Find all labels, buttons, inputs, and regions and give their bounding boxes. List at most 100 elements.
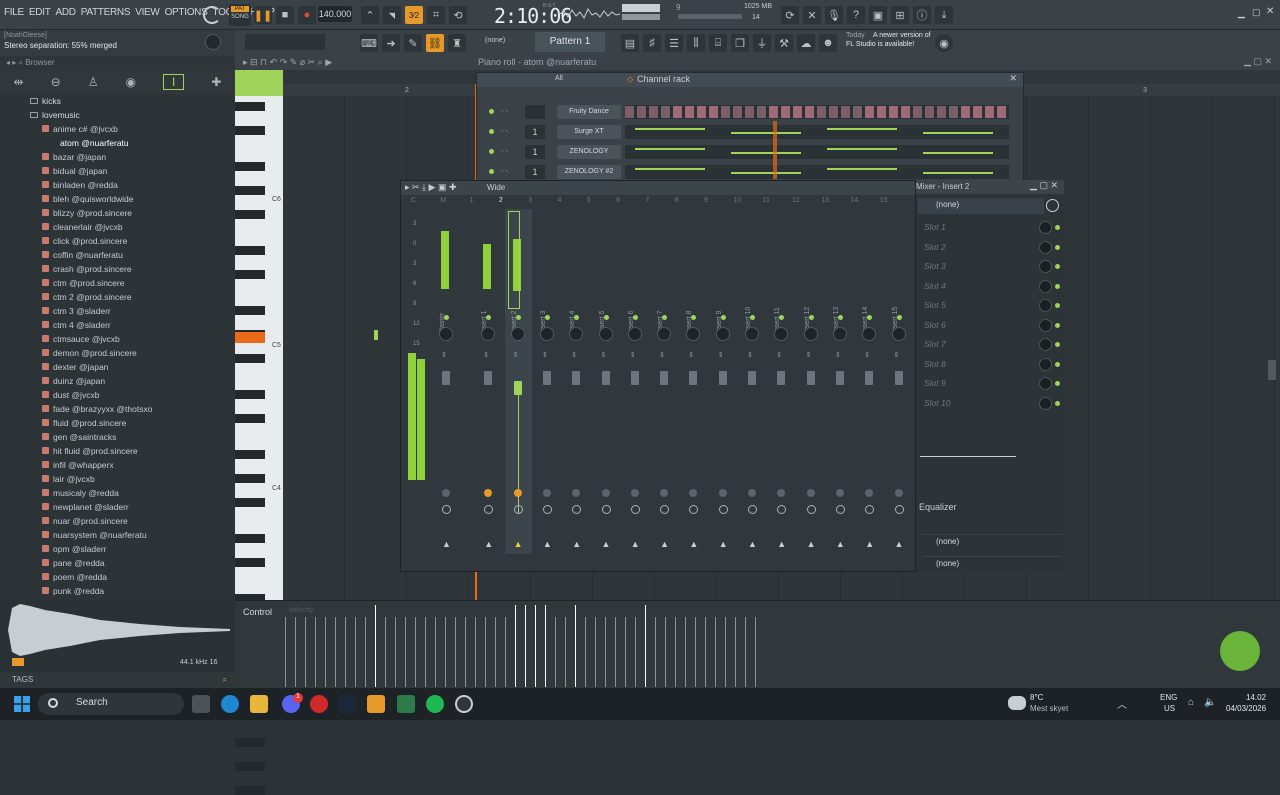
pan-knob[interactable]: [715, 327, 730, 341]
volume-fader[interactable]: [718, 371, 727, 385]
channel-row[interactable]: ◦ ◦ 1 ZENOLOGY #2: [477, 163, 1025, 181]
channel-name[interactable]: ZENOLOGY: [557, 145, 621, 159]
route-arrow-icon[interactable]: ▲: [602, 539, 611, 549]
route-arrow-icon[interactable]: ▲: [442, 539, 451, 549]
velocity-bar[interactable]: [655, 617, 656, 687]
black-key[interactable]: [235, 126, 265, 135]
channel-led[interactable]: [489, 109, 494, 114]
menu-item-add[interactable]: ADD: [56, 7, 77, 18]
slot-led[interactable]: [1055, 322, 1060, 328]
task-view-icon[interactable]: [192, 695, 210, 713]
effect-slot[interactable]: Slot 6: [916, 316, 1064, 336]
browser-file[interactable]: ctm 3 @sladerr: [0, 304, 235, 318]
language[interactable]: ENG: [1160, 693, 1177, 702]
step-button[interactable]: [841, 106, 850, 118]
step-button[interactable]: [685, 106, 694, 118]
windows-start-icon[interactable]: [14, 696, 30, 712]
velocity-bar[interactable]: [745, 617, 746, 687]
velocity-bar[interactable]: [285, 617, 286, 687]
pianoroll-scrollbar[interactable]: [1268, 360, 1276, 380]
steam-icon[interactable]: [338, 695, 356, 713]
channel-led[interactable]: [489, 169, 494, 174]
news-line1[interactable]: A newer version of: [873, 32, 931, 39]
browser-file[interactable]: pane @redda: [0, 556, 235, 570]
effect-slot[interactable]: Slot 9: [916, 374, 1064, 394]
stereo-icon[interactable]: ⇕: [571, 351, 577, 359]
browser-file[interactable]: binladen @redda: [0, 178, 235, 192]
keyboard-icon[interactable]: ⌨: [360, 34, 378, 52]
route-arrow-icon[interactable]: ▲: [572, 539, 581, 549]
strip-led[interactable]: [720, 315, 726, 320]
channel-name[interactable]: Surge XT: [557, 125, 621, 139]
tempo-display[interactable]: 140.000: [318, 6, 352, 22]
step-button[interactable]: [805, 106, 814, 118]
black-key[interactable]: [235, 762, 265, 771]
route-arrow-icon[interactable]: ▲: [484, 539, 493, 549]
effect-slot[interactable]: Slot 3: [916, 257, 1064, 277]
volume-fader[interactable]: [484, 371, 493, 385]
black-key[interactable]: [235, 450, 265, 459]
step-button[interactable]: [961, 106, 970, 118]
search-tags-icon[interactable]: ⌕: [223, 675, 227, 685]
browser-arrows-icon[interactable]: ◂ ▸ ⌕: [6, 58, 25, 67]
volume-fader[interactable]: [806, 371, 815, 385]
black-key[interactable]: [235, 186, 265, 195]
velocity-bar[interactable]: [575, 605, 576, 687]
main-volume-slider[interactable]: [245, 34, 325, 50]
slot-led[interactable]: [1055, 303, 1060, 308]
mixer-strip[interactable]: Insert 13 ⇕ ▲: [827, 209, 854, 554]
route-arrow-icon[interactable]: ▲: [631, 539, 640, 549]
velocity-bar[interactable]: [535, 605, 536, 687]
close-icon[interactable]: ✕: [1266, 6, 1274, 17]
volume-fader[interactable]: [777, 371, 786, 385]
routing-icon[interactable]: [806, 489, 815, 497]
pan-knob[interactable]: [510, 327, 525, 341]
volume-fader[interactable]: [835, 371, 844, 385]
stereo-icon[interactable]: ⇕: [542, 351, 548, 359]
browser-icon[interactable]: ⌸: [709, 34, 727, 52]
velocity-bar[interactable]: [485, 617, 486, 687]
velocity-bar[interactable]: [615, 617, 616, 687]
metronome-icon[interactable]: ⌃: [361, 6, 379, 24]
strip-led[interactable]: [808, 315, 814, 320]
slot-mix-knob[interactable]: [1039, 240, 1052, 254]
browser-file[interactable]: demon @prod.sincere: [0, 346, 235, 360]
mixer-strip[interactable]: Insert 4 ⇕ ▲: [563, 209, 590, 554]
stereo-icon[interactable]: ⇕: [864, 351, 870, 359]
send-knob[interactable]: [777, 505, 787, 514]
black-key[interactable]: [235, 390, 265, 399]
spotify-icon[interactable]: [426, 695, 444, 713]
eq-curve[interactable]: [920, 456, 1016, 457]
browser-file[interactable]: newplanet @sladerr: [0, 500, 235, 514]
mixer-icon[interactable]: ⫼: [687, 34, 705, 52]
channel-row[interactable]: ◦ ◦ 1 Surge XT: [477, 123, 1025, 141]
velocity-bar[interactable]: [645, 605, 646, 687]
channel-filter[interactable]: All: [555, 75, 563, 82]
send-knob[interactable]: [572, 505, 582, 514]
plugin-icon[interactable]: ⊞: [891, 6, 909, 24]
pan-knob[interactable]: [774, 327, 789, 341]
routing-icon[interactable]: [572, 489, 581, 497]
black-key[interactable]: [235, 306, 265, 315]
obs-icon[interactable]: [455, 695, 473, 713]
velocity-bar[interactable]: [675, 617, 676, 687]
countdown-icon[interactable]: 3⁄2: [405, 6, 423, 24]
channel-row[interactable]: ◦ ◦ Fruity Dance: [477, 103, 1025, 121]
channel-row[interactable]: ◦ ◦ 1 ZENOLOGY: [477, 143, 1025, 161]
telegram-icon[interactable]: [221, 695, 239, 713]
velocity-bar[interactable]: [735, 617, 736, 687]
black-key[interactable]: [235, 786, 265, 795]
browser-file[interactable]: fluid @prod.sincere: [0, 416, 235, 430]
send-knob[interactable]: [894, 505, 904, 514]
step-button[interactable]: [889, 106, 898, 118]
send-knob[interactable]: [630, 505, 640, 514]
step-button[interactable]: [985, 106, 994, 118]
output-select[interactable]: (none): [922, 556, 1062, 572]
pan-knob[interactable]: [598, 327, 613, 341]
volume-fader[interactable]: [572, 371, 581, 385]
step-button[interactable]: [997, 106, 1006, 118]
step-button[interactable]: [757, 106, 766, 118]
news-line2[interactable]: FL Studio is available!: [846, 41, 914, 48]
text-search-icon[interactable]: I: [163, 74, 185, 90]
browser-file[interactable]: anime c# @jvcxb: [0, 122, 235, 136]
